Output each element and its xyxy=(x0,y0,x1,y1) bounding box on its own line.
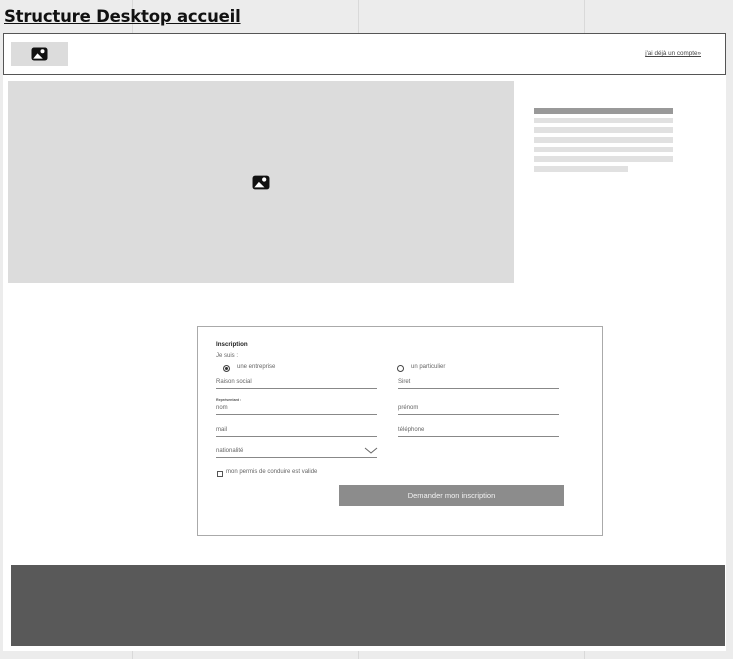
telephone-underline xyxy=(398,436,559,437)
logo-placeholder[interactable] xyxy=(11,42,68,66)
telephone-field[interactable]: téléphone xyxy=(398,427,424,433)
radio-particulier-label: un particulier xyxy=(411,364,446,370)
text-placeholder-line xyxy=(534,146,673,153)
mail-field[interactable]: mail xyxy=(216,427,227,433)
text-placeholder-line xyxy=(534,137,673,143)
registration-form: Inscription Je suis : une entreprise un … xyxy=(197,326,603,536)
nationalite-select[interactable]: nationalité xyxy=(216,448,243,454)
text-placeholder-block xyxy=(534,108,673,176)
siret-field[interactable]: Siret xyxy=(398,379,410,385)
radio-entreprise[interactable] xyxy=(223,365,230,372)
hero-image-placeholder xyxy=(8,81,514,283)
radio-particulier[interactable] xyxy=(397,365,404,372)
text-placeholder-line xyxy=(534,117,673,124)
page-title: Structure Desktop accueil xyxy=(4,7,241,26)
existing-account-link[interactable]: j'ai déjà un compte» xyxy=(645,50,701,57)
text-placeholder-line xyxy=(534,127,673,133)
nom-field[interactable]: nom xyxy=(216,405,228,411)
chevron-down-icon[interactable] xyxy=(364,447,378,454)
header: j'ai déjà un compte» xyxy=(3,33,726,75)
permis-checkbox[interactable] xyxy=(217,471,223,477)
image-placeholder-icon xyxy=(31,47,48,61)
text-placeholder-line xyxy=(534,166,628,172)
nationalite-underline xyxy=(216,457,377,458)
permis-checkbox-label: mon permis de conduire est valide xyxy=(226,469,318,475)
prenom-field[interactable]: prénom xyxy=(398,405,418,411)
footer xyxy=(11,565,725,646)
text-placeholder-line xyxy=(534,156,673,162)
form-title: Inscription xyxy=(216,341,248,348)
radio-entreprise-label: une entreprise xyxy=(237,364,276,370)
siret-underline xyxy=(398,388,559,389)
prenom-underline xyxy=(398,414,559,415)
mail-underline xyxy=(216,436,377,437)
raison-social-underline xyxy=(216,388,377,389)
text-placeholder-heading xyxy=(534,108,673,114)
representant-label: Représentant : xyxy=(216,398,242,402)
nom-underline xyxy=(216,414,377,415)
image-placeholder-icon xyxy=(252,175,270,189)
submit-registration-button[interactable]: Demander mon inscription xyxy=(339,485,564,506)
form-intro: Je suis : xyxy=(216,353,239,359)
raison-social-field[interactable]: Raison social xyxy=(216,379,252,385)
